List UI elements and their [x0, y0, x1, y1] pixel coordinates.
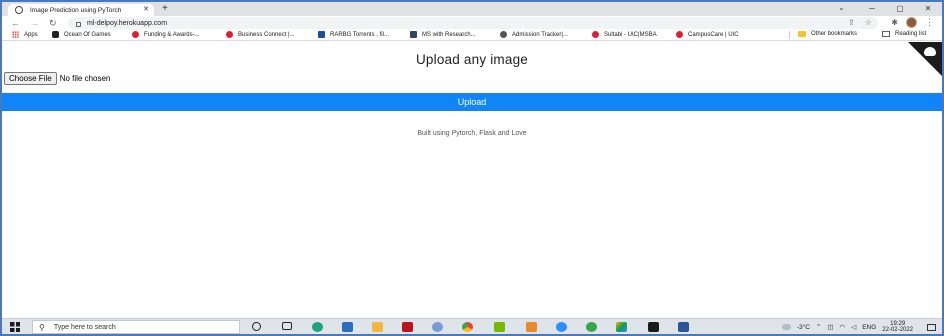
bookmark-label: Funding & Awards-...: [144, 31, 200, 38]
system-tray: -3°C ⌃ ◫ ◠ ◁ ENG 19:29 22-02-2022: [781, 319, 942, 334]
apps-grid-icon: [12, 31, 19, 38]
cortana-icon[interactable]: [252, 322, 261, 331]
url-text: ml-delpoy.herokuapp.com: [87, 19, 168, 27]
clock[interactable]: 19:29 22-02-2022: [882, 321, 919, 334]
edge-icon[interactable]: [312, 322, 323, 332]
reading-list-icon: [882, 31, 890, 37]
bookmark-other[interactable]: Other bookmarks: [798, 31, 857, 37]
utorrent-icon[interactable]: [586, 322, 597, 332]
language-indicator[interactable]: ENG: [862, 324, 876, 331]
address-bar[interactable]: ml-delpoy.herokuapp.com ⇪ ☆: [68, 17, 878, 29]
uic-icon: [226, 31, 233, 38]
bookmark-label: Other bookmarks: [811, 31, 858, 37]
ms-icon: [410, 31, 417, 38]
lock-icon: [76, 21, 81, 27]
bookmark-label: Reading list: [895, 31, 927, 37]
file-status-text: No file chosen: [59, 74, 111, 83]
bookmark-star-icon[interactable]: ☆: [865, 17, 872, 29]
bookmark-funding-awards[interactable]: Funding & Awards-...: [132, 31, 200, 38]
file-explorer-icon[interactable]: [372, 322, 383, 332]
bookmark-apps[interactable]: Apps: [12, 31, 38, 38]
forward-arrow-icon[interactable]: →: [30, 16, 39, 30]
octocat-icon: [924, 47, 936, 56]
bookmarks-divider: [789, 31, 790, 39]
weather-temperature[interactable]: -3°C: [797, 324, 810, 331]
tab-search-icon[interactable]: ⌄: [838, 3, 845, 12]
tab-strip: Image Prediction using PyTorch ✕ + ⌄ ─ ▢…: [2, 2, 942, 16]
uic-icon: [676, 31, 683, 38]
app-orange-icon[interactable]: [526, 322, 537, 332]
file-input: Choose File No file chosen: [4, 72, 110, 85]
window-controls: ─ ▢ ✕: [858, 2, 942, 16]
task-view-icon[interactable]: [282, 322, 292, 330]
network-icon[interactable]: ◫: [827, 323, 833, 331]
volume-icon[interactable]: ◁: [851, 323, 856, 331]
bookmark-label: Business Connect |...: [238, 31, 295, 38]
extensions-puzzle-icon[interactable]: ✱: [891, 18, 898, 27]
search-icon: ⚲: [39, 322, 45, 332]
weather-cloud-icon: [781, 324, 791, 330]
browser-tab[interactable]: Image Prediction using PyTorch ✕: [8, 4, 154, 16]
terminal-icon[interactable]: [648, 322, 659, 332]
bookmark-admission-tracker[interactable]: Admission Tracker|...: [500, 31, 568, 38]
bookmark-label: CampusCare | UIC: [688, 31, 739, 38]
maximize-button[interactable]: ▢: [886, 2, 914, 16]
zoom-icon[interactable]: [556, 322, 567, 332]
bookmark-ocean-of-games[interactable]: Ocean Of Games: [52, 31, 111, 38]
bookmark-rarbg[interactable]: RARBG Torrents , fil...: [318, 31, 389, 38]
reload-icon[interactable]: ↻: [49, 16, 57, 30]
tracker-icon: [500, 31, 507, 38]
bookmarks-bar: Apps Ocean Of Games Funding & Awards-...…: [2, 30, 942, 41]
bookmark-label: MS with Research...: [422, 31, 476, 38]
bookmark-business-connect[interactable]: Business Connect |...: [226, 31, 295, 38]
taskbar-search-input[interactable]: ⚲ Type here to search: [32, 320, 240, 334]
tab-close-icon[interactable]: ✕: [143, 5, 149, 13]
minimize-button[interactable]: ─: [858, 2, 886, 16]
wifi-icon[interactable]: ◠: [840, 323, 846, 331]
chrome-icon[interactable]: [460, 322, 475, 334]
menu-dots-icon[interactable]: ⋮: [925, 17, 934, 28]
bookmark-campuscare[interactable]: CampusCare | UIC: [676, 31, 739, 38]
bookmark-label: Ocean Of Games: [64, 31, 111, 38]
search-placeholder: Type here to search: [53, 323, 116, 331]
reading-list[interactable]: Reading list: [882, 31, 926, 37]
notification-icon[interactable]: [927, 323, 936, 331]
back-arrow-icon[interactable]: ←: [11, 16, 20, 30]
page-title: Upload any image: [415, 52, 529, 67]
uic-icon: [132, 31, 139, 38]
bookmark-label: Sultabi - UIC|MSBA: [604, 31, 657, 38]
github-favicon-icon: [15, 6, 23, 14]
clock-date: 22-02-2022: [882, 327, 913, 333]
new-tab-button[interactable]: +: [162, 3, 168, 14]
bookmark-label: RARBG Torrents , fil...: [330, 31, 389, 38]
gamepad-icon: [52, 31, 59, 38]
choose-file-button[interactable]: Choose File: [4, 72, 57, 85]
bookmark-sultabi[interactable]: Sultabi - UIC|MSBA: [592, 31, 657, 38]
screen: Image Prediction using PyTorch ✕ + ⌄ ─ ▢…: [2, 2, 942, 334]
bookmark-label: Apps: [24, 31, 38, 38]
app-red-icon[interactable]: [402, 322, 413, 332]
tray-chevron-icon[interactable]: ⌃: [816, 323, 821, 331]
bookmark-label: Admission Tracker|...: [512, 31, 568, 38]
page-content: Upload any image Choose File No file cho…: [2, 42, 942, 320]
app-r-icon[interactable]: [432, 322, 443, 332]
nvidia-icon[interactable]: [494, 322, 505, 332]
github-corner[interactable]: [908, 42, 942, 76]
rarbg-icon: [318, 31, 325, 38]
windows-start-icon[interactable]: [10, 322, 20, 332]
upload-button[interactable]: Upload: [2, 93, 942, 111]
share-icon[interactable]: ⇪: [848, 17, 855, 29]
close-window-button[interactable]: ✕: [914, 2, 942, 16]
profile-avatar[interactable]: [906, 17, 917, 28]
mail-icon[interactable]: [342, 322, 353, 332]
word-icon[interactable]: [678, 322, 689, 332]
windows-taskbar: ⚲ Type here to search -3°C ⌃ ◫ ◠ ◁ ENG 1…: [2, 318, 942, 334]
bookmark-ms-research[interactable]: MS with Research...: [410, 31, 476, 38]
footer-text: Built using Pytorch, Flask and Love: [417, 130, 527, 137]
drive-icon[interactable]: [616, 322, 627, 332]
folder-icon: [798, 31, 806, 37]
tab-title: Image Prediction using PyTorch: [30, 6, 122, 14]
uic-icon: [592, 31, 599, 38]
browser-toolbar: ← → ↻ ml-delpoy.herokuapp.com ⇪ ☆ ✱ ⋮: [2, 16, 942, 30]
